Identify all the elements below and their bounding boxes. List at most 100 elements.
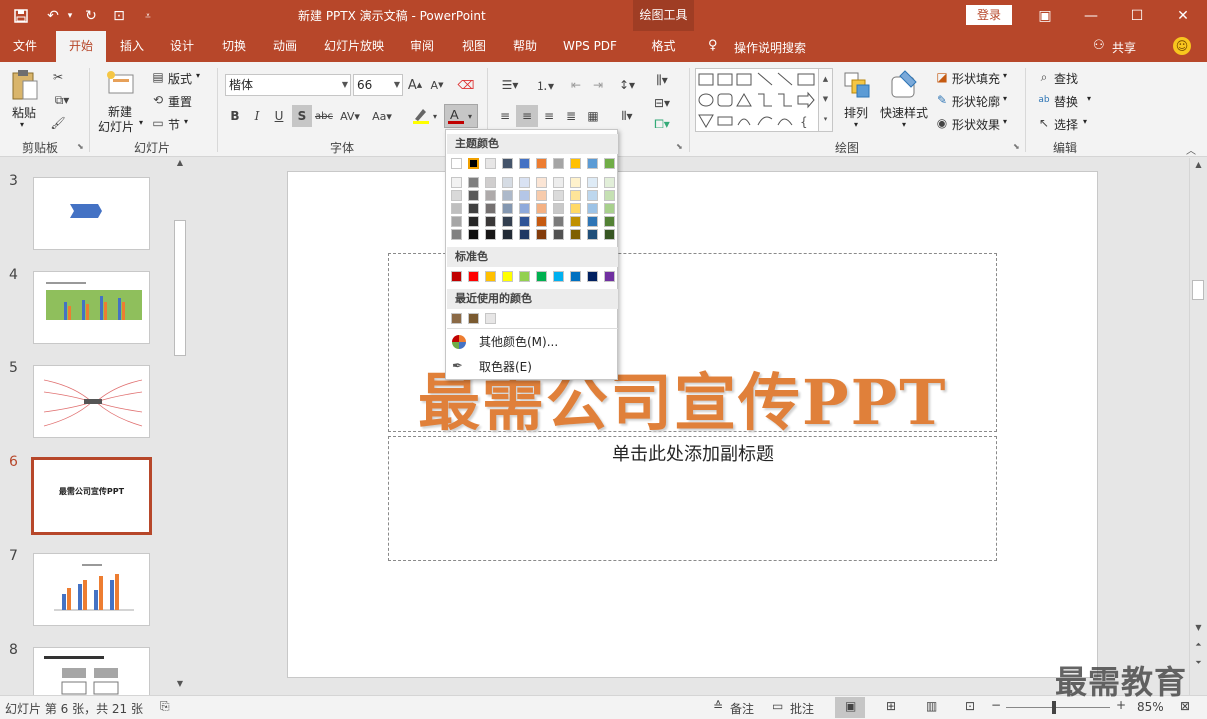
tab-format[interactable]: 格式 — [633, 31, 694, 62]
cut-icon[interactable]: ✂ — [48, 68, 68, 86]
theme-shade-swatch[interactable] — [587, 216, 598, 227]
theme-shade-swatch[interactable] — [468, 216, 479, 227]
comments-button[interactable]: 批注 — [790, 700, 814, 717]
theme-shade-swatch[interactable] — [485, 216, 496, 227]
layout-dropdown-icon[interactable]: ▾ — [196, 71, 200, 80]
theme-shade-swatch[interactable] — [451, 216, 462, 227]
justify-icon[interactable]: ≣ — [561, 106, 581, 126]
theme-color-swatch[interactable] — [502, 158, 513, 169]
theme-shade-swatch[interactable] — [451, 229, 462, 240]
login-button[interactable]: 登录 — [966, 5, 1012, 25]
shapes-gallery[interactable]: { — [695, 68, 833, 132]
minimize-icon[interactable]: — — [1068, 0, 1114, 31]
decrease-indent-icon[interactable]: ⇤ — [566, 75, 586, 95]
standard-color-swatch[interactable] — [536, 271, 547, 282]
slideshow-view-icon[interactable]: ⊡ — [965, 699, 975, 713]
undo-dropdown-icon[interactable]: ▾ — [64, 6, 76, 26]
theme-shade-swatch[interactable] — [451, 177, 462, 188]
shape-outline-dropdown-icon[interactable]: ▾ — [1003, 94, 1007, 103]
find-icon[interactable]: ⌕ — [1036, 69, 1052, 85]
start-slideshow-icon[interactable]: ⊡ — [108, 6, 130, 26]
scroll-down-icon[interactable]: ▼ — [172, 679, 188, 693]
section-button[interactable]: 节 — [168, 116, 180, 133]
replace-icon[interactable]: ab — [1036, 92, 1052, 108]
save-icon[interactable] — [10, 6, 32, 26]
reset-button[interactable]: 重置 — [168, 93, 192, 110]
bullets-icon[interactable]: ☰▾ — [495, 75, 525, 95]
theme-shade-swatch[interactable] — [485, 190, 496, 201]
clipboard-launcher-icon[interactable]: ⬊ — [77, 142, 84, 151]
quick-styles-button[interactable]: 快速样式 — [880, 104, 928, 121]
drawing-launcher-icon[interactable]: ⬊ — [1013, 142, 1020, 151]
scroll-up-icon[interactable]: ▲ — [1190, 160, 1207, 174]
paste-label[interactable]: 粘贴 — [12, 104, 36, 121]
slide-thumbnail-7[interactable] — [33, 553, 150, 626]
recent-color-swatch[interactable] — [468, 313, 479, 324]
theme-shade-swatch[interactable] — [587, 177, 598, 188]
share-button[interactable]: 共享 — [1112, 39, 1136, 56]
new-slide-icon[interactable] — [104, 68, 138, 98]
shape-fill-icon[interactable]: ◪ — [934, 69, 950, 85]
slide-thumbnail-3[interactable] — [33, 177, 150, 250]
theme-shade-swatch[interactable] — [468, 229, 479, 240]
scroll-thumb[interactable] — [1192, 280, 1204, 300]
undo-icon[interactable]: ↶ — [42, 6, 64, 26]
arrange-icon[interactable] — [842, 70, 872, 100]
smiley-feedback-icon[interactable]: ☺ — [1173, 37, 1191, 55]
standard-color-swatch[interactable] — [468, 271, 479, 282]
tab-wps-pdf[interactable]: WPS PDF — [556, 31, 624, 62]
theme-shade-swatch[interactable] — [536, 190, 547, 201]
zoom-out-icon[interactable]: − — [991, 698, 1001, 712]
section-icon[interactable]: ▭ — [150, 116, 166, 130]
shape-effects-dropdown-icon[interactable]: ▾ — [1003, 117, 1007, 126]
select-icon[interactable]: ↖ — [1036, 115, 1052, 131]
theme-shade-swatch[interactable] — [502, 203, 513, 214]
find-button[interactable]: 查找 — [1054, 70, 1078, 87]
theme-shade-swatch[interactable] — [536, 203, 547, 214]
standard-color-swatch[interactable] — [451, 271, 462, 282]
scroll-thumb[interactable] — [174, 220, 186, 356]
numbering-icon[interactable]: ⒈▾ — [530, 75, 560, 95]
close-icon[interactable]: ✕ — [1160, 0, 1206, 31]
collapse-ribbon-icon[interactable]: ︿ — [1186, 142, 1196, 157]
next-slide-icon[interactable]: ⏷ — [1190, 658, 1207, 672]
previous-slide-icon[interactable]: ⏶ — [1190, 640, 1207, 654]
theme-shade-swatch[interactable] — [502, 216, 513, 227]
theme-shade-swatch[interactable] — [536, 229, 547, 240]
copy-icon[interactable]: ⧉▾ — [48, 91, 76, 109]
character-spacing-icon[interactable]: AV▾ — [337, 106, 363, 126]
editor-scrollbar[interactable]: ▲ ▼ ⏶ ⏷ — [1189, 158, 1207, 695]
layout-icon[interactable]: ▤ — [150, 70, 166, 84]
section-dropdown-icon[interactable]: ▾ — [184, 117, 188, 126]
tab-view[interactable]: 视图 — [452, 31, 496, 62]
convert-smartart-icon[interactable]: ⧠▾ — [648, 114, 676, 134]
tab-home[interactable]: 开始 — [56, 31, 106, 62]
notes-icon[interactable]: ≙ — [713, 699, 723, 713]
tab-animations[interactable]: 动画 — [263, 31, 307, 62]
theme-color-swatch[interactable] — [468, 158, 479, 169]
arrange-button[interactable]: 排列 — [844, 104, 868, 121]
line-spacing-icon[interactable]: ↕▾ — [613, 75, 641, 95]
shapes-gallery-scroll[interactable]: ▲ ▼ ▾ — [818, 69, 832, 131]
italic-icon[interactable]: I — [248, 106, 266, 126]
new-slide-label-2[interactable]: 幻灯片 — [98, 118, 134, 135]
theme-shade-swatch[interactable] — [570, 203, 581, 214]
paste-dropdown-icon[interactable]: ▾ — [20, 120, 24, 129]
align-left-icon[interactable]: ≡ — [495, 106, 515, 126]
paste-icon[interactable] — [10, 68, 40, 104]
theme-shade-swatch[interactable] — [485, 177, 496, 188]
theme-shade-swatch[interactable] — [587, 229, 598, 240]
slide-subtitle[interactable]: 单击此处添加副标题 — [390, 440, 996, 466]
theme-shade-swatch[interactable] — [604, 190, 615, 201]
theme-shade-swatch[interactable] — [570, 216, 581, 227]
new-slide-dropdown-icon[interactable]: ▾ — [139, 118, 143, 127]
recent-color-swatch[interactable] — [485, 313, 496, 324]
shape-fill-button[interactable]: 形状填充 — [952, 70, 1000, 87]
text-direction-icon[interactable]: ⫼▾ — [648, 70, 676, 90]
zoom-slider-track[interactable] — [1006, 707, 1110, 708]
replace-dropdown-icon[interactable]: ▾ — [1087, 94, 1091, 103]
standard-color-swatch[interactable] — [553, 271, 564, 282]
theme-color-swatch[interactable] — [536, 158, 547, 169]
theme-shade-swatch[interactable] — [502, 177, 513, 188]
font-color-button[interactable]: A ▾ — [444, 104, 478, 128]
